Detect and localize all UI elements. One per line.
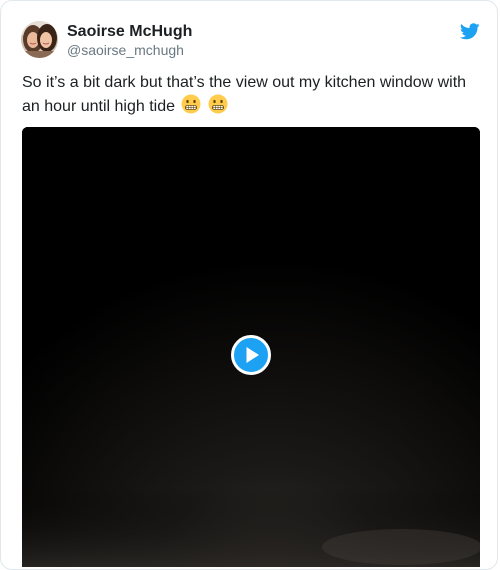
grimacing-face-emoji	[181, 94, 201, 114]
video-player[interactable]	[22, 127, 480, 567]
play-icon[interactable]	[231, 335, 271, 375]
author-handle[interactable]: @saoirse_mchugh	[67, 41, 184, 59]
grimacing-face-emoji	[208, 94, 228, 114]
twitter-bird-icon[interactable]	[459, 23, 480, 40]
avatar[interactable]	[21, 21, 58, 58]
tweet-card[interactable]: Saoirse McHugh @saoirse_mchugh So it’s a…	[0, 0, 498, 570]
play-button[interactable]	[231, 335, 271, 375]
author-name[interactable]: Saoirse McHugh	[67, 22, 192, 42]
tweet-text-body: So it’s a bit dark but that’s the view o…	[22, 74, 467, 115]
tweet-text: So it’s a bit dark but that’s the view o…	[22, 71, 482, 118]
